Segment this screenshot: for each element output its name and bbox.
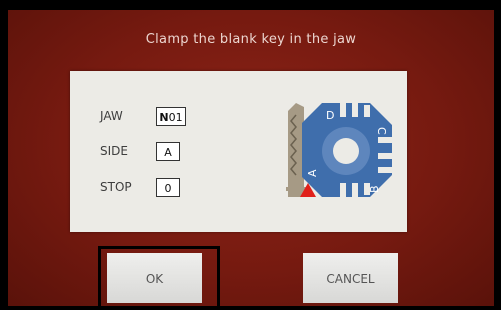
jaw-slot — [340, 183, 346, 197]
jaw-slot — [378, 153, 392, 159]
stop-value: 0 — [156, 178, 180, 197]
ok-button[interactable]: OK — [107, 253, 202, 303]
cancel-button[interactable]: CANCEL — [303, 253, 398, 303]
jaw-hub-center — [333, 138, 359, 164]
jaw-slot — [340, 103, 346, 117]
side-b-label: B — [368, 185, 381, 193]
dialog-title: Clamp the blank key in the jaw — [145, 32, 357, 47]
side-a-label: A — [306, 169, 319, 177]
side-label: SIDE — [100, 144, 128, 158]
jaw-value: N01 — [156, 107, 186, 126]
jaw-slot — [364, 105, 370, 117]
screen: Clamp the blank key in the jaw JAW N01 S… — [8, 10, 494, 306]
side-value: A — [156, 142, 180, 161]
side-c-label: C — [375, 127, 388, 135]
stop-label: STOP — [100, 180, 132, 194]
jaw-slot — [352, 183, 358, 197]
jaw-slot — [378, 167, 392, 173]
jaw-slot — [378, 137, 392, 143]
side-d-label: D — [326, 109, 334, 122]
instruction-panel: JAW N01 SIDE A STOP 0 D C B A — [70, 71, 407, 232]
jaw-clamp-diagram: D C B A — [286, 103, 392, 197]
jaw-label: JAW — [100, 109, 123, 123]
jaw-slot — [352, 103, 358, 117]
